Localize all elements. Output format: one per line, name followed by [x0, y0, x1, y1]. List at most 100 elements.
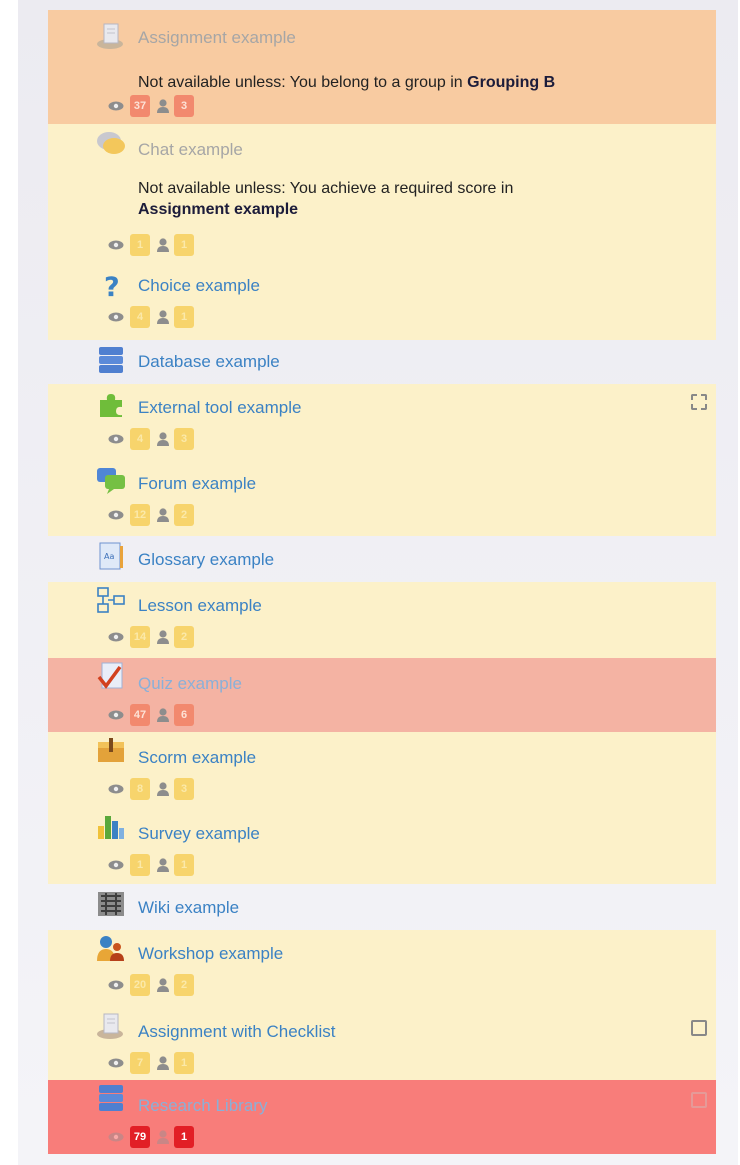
views-badge: 14	[130, 626, 150, 648]
user-icon	[157, 310, 169, 324]
views-badge: 37	[130, 95, 150, 117]
completion-checkbox[interactable]	[691, 394, 707, 410]
activity-stats: 1 1	[108, 234, 194, 256]
database-icon	[96, 1084, 126, 1112]
activity-link-workshop-example[interactable]: Workshop example	[138, 944, 283, 964]
activity-row-external-tool-example: External tool example 4 3	[48, 384, 716, 460]
activity-row-assignment-example: Assignment example Not available unless:…	[48, 10, 716, 124]
svg-text:Aa: Aa	[104, 552, 114, 561]
user-icon	[157, 858, 169, 872]
assignment-icon	[96, 22, 126, 50]
wiki-icon	[96, 890, 126, 918]
activity-link-assignment-example[interactable]: Assignment example	[138, 28, 296, 48]
activity-link-forum-example[interactable]: Forum example	[138, 474, 256, 494]
svg-text:?: ?	[104, 272, 120, 300]
activity-row-choice-example: ? Choice example 4 1	[48, 272, 716, 340]
user-icon	[157, 238, 169, 252]
user-icon	[157, 978, 169, 992]
activity-link-choice-example[interactable]: Choice example	[138, 276, 260, 296]
users-badge: 2	[174, 974, 194, 996]
user-icon	[157, 708, 169, 722]
activity-stats: 8 3	[108, 778, 194, 800]
assignment-icon	[96, 1012, 126, 1040]
activity-link-lesson-example[interactable]: Lesson example	[138, 596, 262, 616]
completion-checkbox[interactable]	[691, 1020, 707, 1036]
activity-row-forum-example: Forum example 12 2	[48, 460, 716, 536]
activity-link-chat-example[interactable]: Chat example	[138, 140, 243, 160]
eye-icon	[108, 101, 124, 111]
activity-stats: 37 3	[108, 95, 194, 117]
quiz-icon	[96, 662, 126, 690]
users-badge: 3	[174, 428, 194, 450]
eye-icon	[108, 860, 124, 870]
activity-link-assignment-with-checklist[interactable]: Assignment with Checklist	[138, 1022, 335, 1042]
eye-icon	[108, 312, 124, 322]
user-icon	[157, 630, 169, 644]
activity-stats: 1 1	[108, 854, 194, 876]
views-badge: 4	[130, 306, 150, 328]
activity-row-chat-example: Chat example Not available unless: You a…	[48, 124, 716, 272]
choice-icon: ?	[96, 272, 126, 300]
users-badge: 3	[174, 778, 194, 800]
completion-checkbox[interactable]	[691, 1092, 707, 1108]
activity-row-lesson-example: Lesson example 14 2	[48, 582, 716, 658]
glossary-icon: Aa	[96, 542, 126, 570]
workshop-icon	[96, 934, 126, 962]
puzzle-icon	[96, 390, 126, 418]
eye-icon	[108, 980, 124, 990]
activity-link-glossary-example[interactable]: Glossary example	[138, 550, 274, 570]
users-badge: 2	[174, 626, 194, 648]
users-badge: 1	[174, 1126, 194, 1148]
activity-stats: 12 2	[108, 504, 194, 526]
views-badge: 8	[130, 778, 150, 800]
activity-link-survey-example[interactable]: Survey example	[138, 824, 260, 844]
activity-stats: 20 2	[108, 974, 194, 996]
availability-restriction: Not available unless: You belong to a gr…	[138, 74, 556, 91]
survey-icon	[96, 812, 126, 840]
users-badge: 1	[174, 234, 194, 256]
user-icon	[157, 1056, 169, 1070]
activity-link-external-tool-example[interactable]: External tool example	[138, 398, 301, 418]
activity-row-quiz-example: Quiz example 47 6	[48, 658, 716, 732]
users-badge: 1	[174, 854, 194, 876]
activity-link-research-library[interactable]: Research Library	[138, 1096, 267, 1116]
views-badge: 20	[130, 974, 150, 996]
user-icon	[157, 782, 169, 796]
user-icon	[157, 1130, 169, 1144]
views-badge: 79	[130, 1126, 150, 1148]
user-icon	[157, 99, 169, 113]
activity-row-glossary-example: Aa Glossary example	[48, 536, 716, 582]
users-badge: 6	[174, 704, 194, 726]
views-badge: 47	[130, 704, 150, 726]
views-badge: 7	[130, 1052, 150, 1074]
activity-link-database-example[interactable]: Database example	[138, 352, 280, 372]
database-icon	[96, 346, 126, 374]
activity-row-research-library: Research Library 79 1	[48, 1080, 716, 1154]
user-icon	[157, 508, 169, 522]
activity-stats: 4 1	[108, 306, 194, 328]
eye-icon	[108, 632, 124, 642]
activity-row-assignment-with-checklist: Assignment with Checklist 7 1	[48, 1006, 716, 1080]
lesson-icon	[96, 586, 126, 614]
user-icon	[157, 432, 169, 446]
forum-icon	[96, 466, 126, 494]
users-badge: 1	[174, 1052, 194, 1074]
activity-stats: 14 2	[108, 626, 194, 648]
activity-stats: 7 1	[108, 1052, 194, 1074]
activity-link-scorm-example[interactable]: Scorm example	[138, 748, 256, 768]
scorm-icon	[96, 736, 126, 764]
activity-row-scorm-example: Scorm example 8 3	[48, 732, 716, 808]
activity-stats: 47 6	[108, 704, 194, 726]
activity-stats: 4 3	[108, 428, 194, 450]
activity-row-wiki-example: Wiki example	[48, 884, 716, 930]
activity-link-wiki-example[interactable]: Wiki example	[138, 898, 239, 918]
eye-icon	[108, 784, 124, 794]
eye-icon	[108, 1058, 124, 1068]
activity-list: Assignment example Not available unless:…	[48, 10, 716, 1154]
activity-link-quiz-example[interactable]: Quiz example	[138, 674, 242, 694]
activity-stats: 79 1	[108, 1126, 194, 1148]
eye-icon	[108, 240, 124, 250]
views-badge: 1	[130, 854, 150, 876]
views-badge: 12	[130, 504, 150, 526]
activity-row-database-example: Database example	[48, 340, 716, 384]
